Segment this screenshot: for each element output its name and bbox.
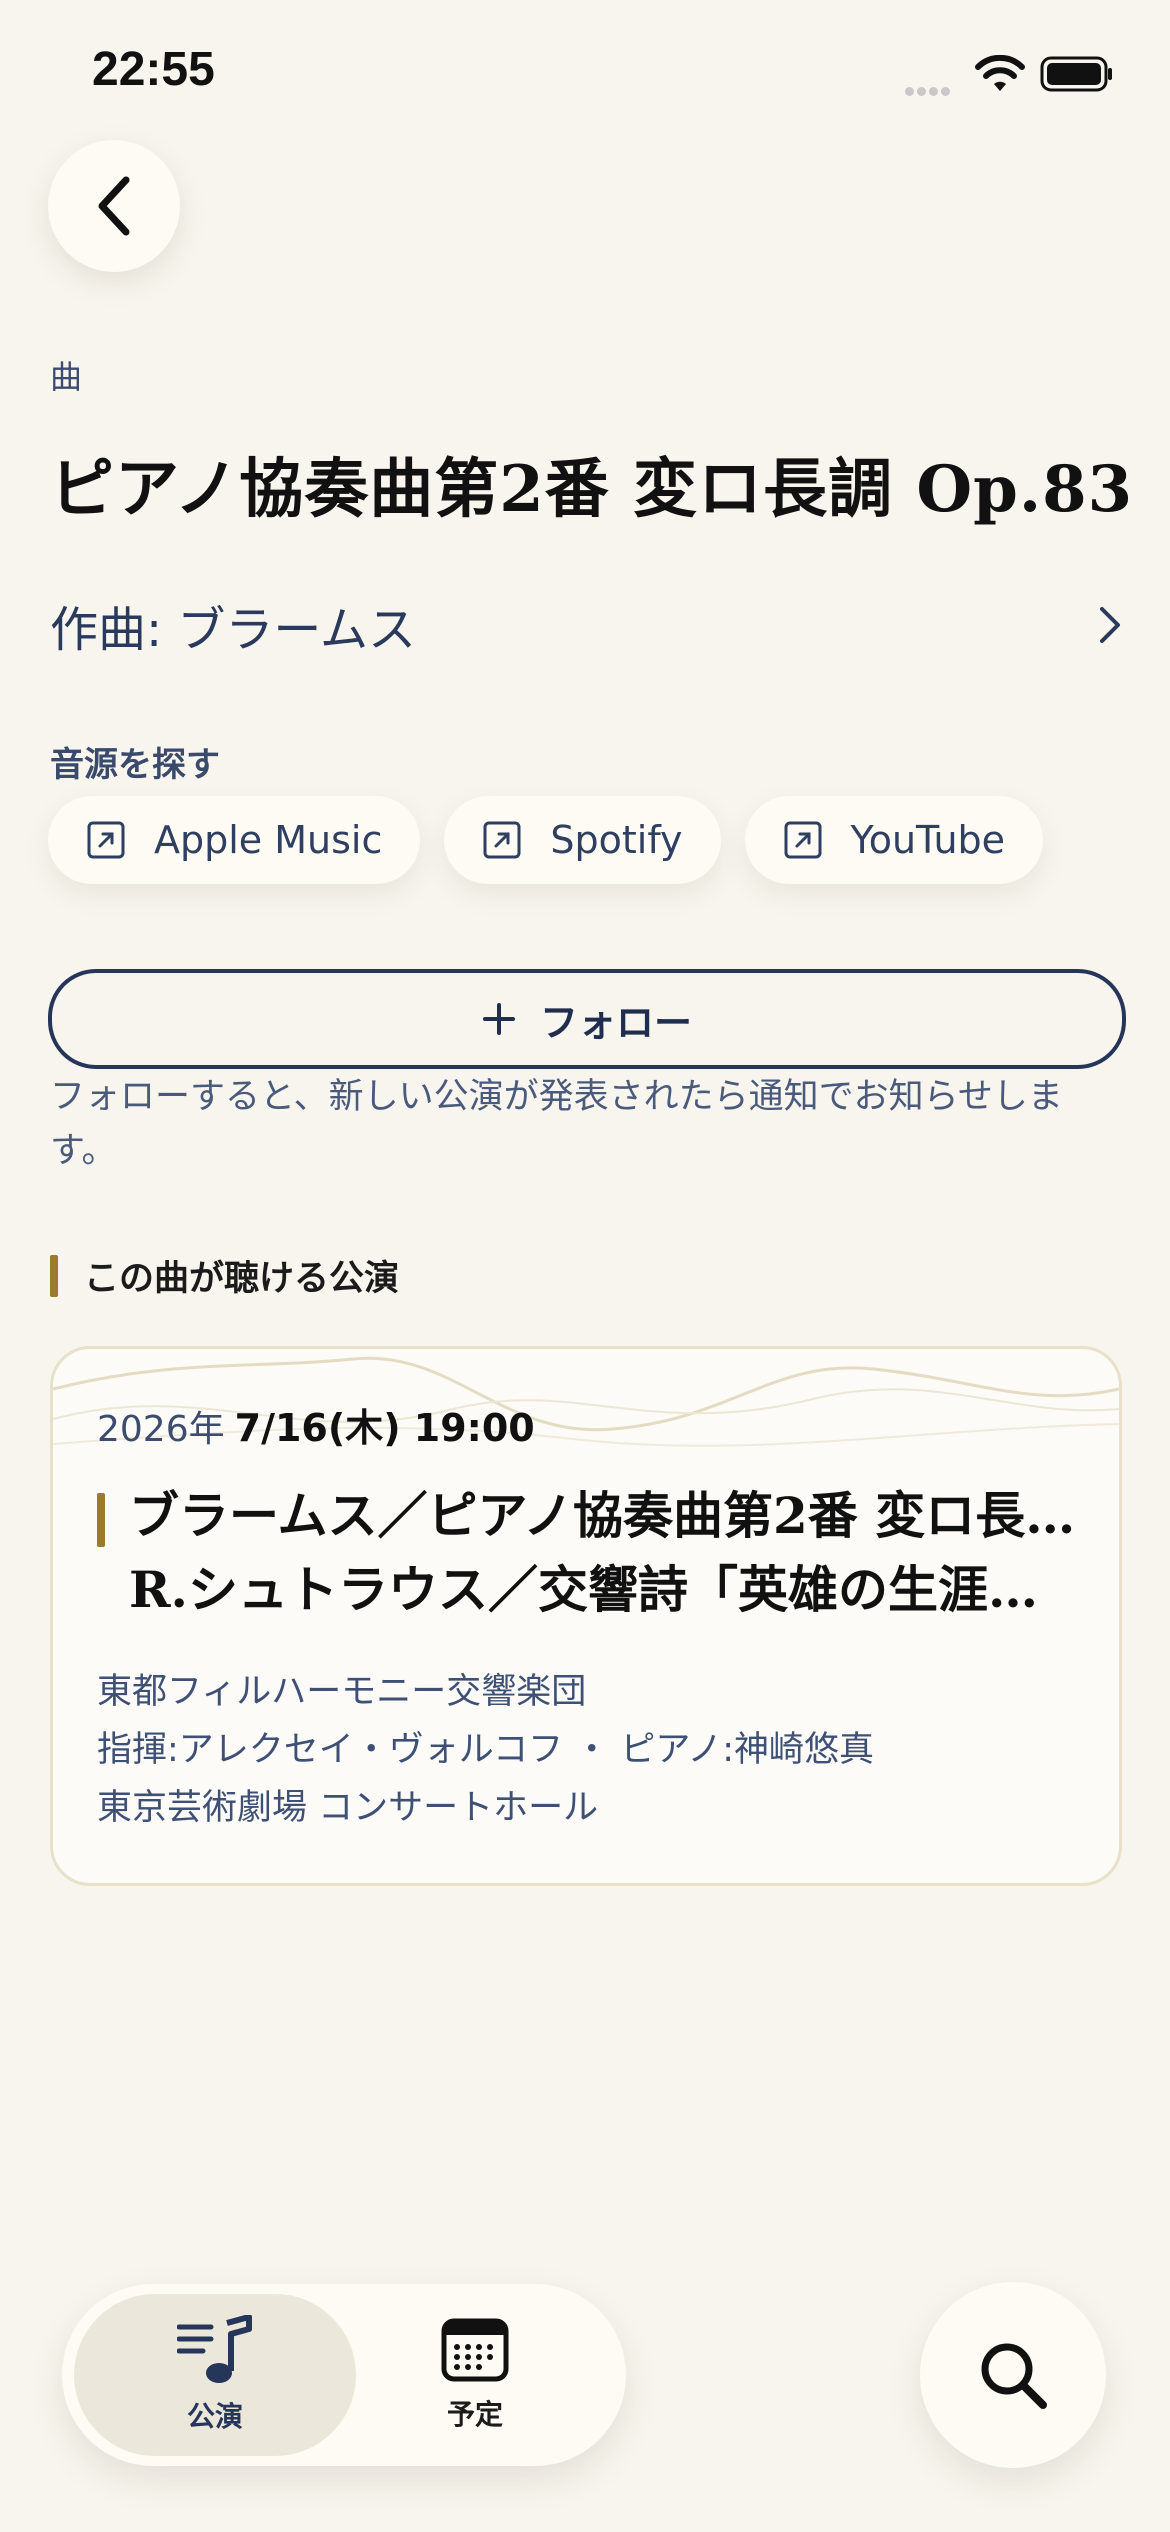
external-link-icon xyxy=(87,821,125,859)
search-icon xyxy=(981,2343,1047,2409)
venue-name: 東京芸術劇場 コンサートホール xyxy=(97,1788,599,1828)
performances-heading: この曲が聴ける公演 xyxy=(50,1250,399,1301)
tab-label: 公演 xyxy=(186,2400,243,2433)
external-link-icon xyxy=(483,821,521,859)
cellular-signal-icon xyxy=(905,81,959,96)
youtube-link[interactable]: YouTube xyxy=(744,796,1044,884)
piece-kind-label: 曲 xyxy=(50,358,83,396)
composer-link[interactable]: 作曲: ブラームス xyxy=(50,585,1124,665)
search-button[interactable] xyxy=(920,2282,1106,2468)
performance-program: ブラームス／ピアノ協奏曲第2番 変ロ長調 Op.83 R.シュトラウス／交響詩「… xyxy=(97,1479,1087,1627)
wifi-icon xyxy=(975,55,1025,91)
calendar-icon xyxy=(441,2318,509,2382)
program-title: R.シュトラウス／交響詩「英雄の生涯」Op.40 xyxy=(129,1560,1079,1619)
music-list-icon xyxy=(177,2315,252,2383)
source-links: Apple Music Spotify YouTube xyxy=(48,796,1044,884)
follow-button[interactable]: フォロー xyxy=(48,969,1126,1069)
battery-icon xyxy=(1040,56,1112,92)
composer-label: 作曲: ブラームス xyxy=(50,602,416,658)
follow-note: フォローすると、新しい公演が発表されたら通知でお知らせします。 xyxy=(50,1077,1063,1171)
performances-heading-text: この曲が聴ける公演 xyxy=(84,1259,400,1299)
external-link-icon xyxy=(784,821,822,859)
tab-schedule[interactable]: 予定 xyxy=(334,2294,616,2456)
sources-label: 音源を探す xyxy=(50,745,220,785)
performance-card[interactable]: 2026年 7/16(木) 19:00 ブラームス／ピアノ協奏曲第2番 変ロ長調 … xyxy=(50,1346,1122,1886)
back-button[interactable] xyxy=(48,140,180,272)
page-title: ピアノ協奏曲第2番 変ロ長調 Op.83 xyxy=(50,452,1134,527)
tab-bar: 公演 予定 xyxy=(62,2284,626,2466)
follow-button-label: フォロー xyxy=(539,1000,692,1045)
chevron-right-icon xyxy=(1100,607,1120,643)
section-accent-bar xyxy=(50,1254,58,1297)
tab-performances[interactable]: 公演 xyxy=(74,2294,356,2456)
performance-date: 2026年 7/16(木) 19:00 xyxy=(97,1397,535,1452)
performance-datetime: 7/16(木) 19:00 xyxy=(234,1406,535,1450)
chip-label: Spotify xyxy=(550,818,683,862)
program-accent-bar xyxy=(97,1493,105,1547)
performance-year: 2026年 xyxy=(97,1409,225,1450)
performers: 指揮:アレクセイ・ヴォルコフ ・ ピアノ:神崎悠真 xyxy=(97,1730,874,1770)
apple-music-link[interactable]: Apple Music xyxy=(48,796,421,884)
program-title: ブラームス／ピアノ協奏曲第2番 変ロ長調 Op.83 xyxy=(129,1486,1079,1545)
chip-label: Apple Music xyxy=(154,818,383,862)
chip-label: YouTube xyxy=(850,818,1006,862)
performance-details: 東都フィルハーモニー交響楽団 指揮:アレクセイ・ヴォルコフ ・ ピアノ:神崎悠真… xyxy=(97,1663,874,1837)
status-time: 22:55 xyxy=(92,43,215,96)
spotify-link[interactable]: Spotify xyxy=(444,796,721,884)
chevron-left-icon xyxy=(98,176,130,236)
tab-label: 予定 xyxy=(446,2398,503,2431)
orchestra-name: 東都フィルハーモニー交響楽団 xyxy=(97,1672,587,1712)
plus-icon xyxy=(482,1003,515,1035)
